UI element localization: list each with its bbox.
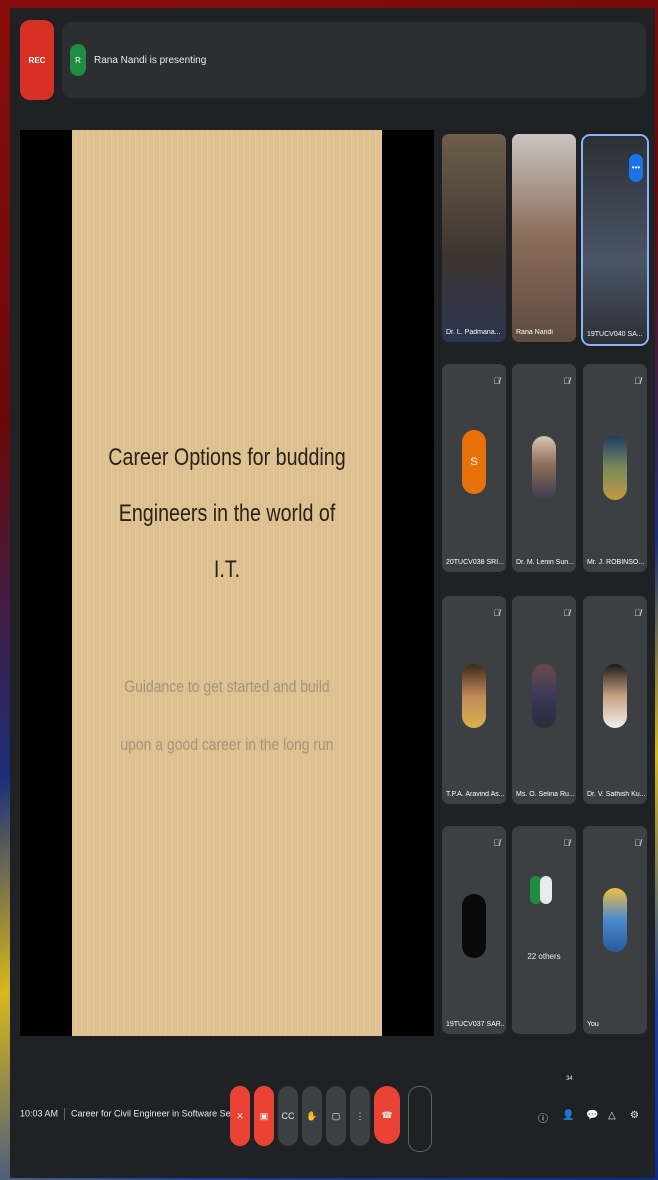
- participant-tile[interactable]: Dr. L. Padmana...: [442, 134, 506, 342]
- divider: [64, 1108, 66, 1120]
- raise-hand-icon[interactable]: ✋: [302, 1086, 322, 1146]
- info-icon[interactable]: ⓘ: [538, 1110, 548, 1125]
- slide-title-line1: Career Options for budding: [108, 444, 346, 471]
- participant-tile-self[interactable]: 🎙̸ You: [583, 826, 647, 1034]
- mic-off-icon: 🎙̸: [563, 608, 570, 618]
- avatar: [603, 888, 627, 952]
- participant-tile[interactable]: 🎙̸ T.P.A. Aravind As...: [442, 596, 506, 804]
- presenting-label: Rana Nandi is presenting: [94, 54, 207, 66]
- meet-window: REC R Rana Nandi is presenting Career Op…: [10, 8, 655, 1178]
- mic-off-icon: 🎙̸: [493, 376, 500, 386]
- slide-title: Career Options for budding Engineers in …: [108, 430, 346, 598]
- meeting-details: 10:03 AM Career for Civil Engineer in Sof…: [20, 1108, 246, 1120]
- chat-icon[interactable]: 💬: [586, 1110, 598, 1121]
- participant-name: You: [587, 1021, 599, 1028]
- people-count-badge: 34: [566, 1076, 573, 1082]
- clock-time: 10:03 AM: [20, 1108, 59, 1119]
- participant-tile[interactable]: ••• 19TUCV040 SA...: [581, 134, 649, 346]
- hidden-control-icon: [408, 1086, 432, 1152]
- participant-tile[interactable]: 🎙̸ 22 others: [512, 826, 576, 1034]
- mic-off-icon: 🎙̸: [634, 376, 641, 386]
- bottom-control-bar: 10:03 AM Career for Civil Engineer in Sof…: [10, 1048, 655, 1178]
- people-icon[interactable]: 👤: [562, 1110, 574, 1121]
- participant-tile[interactable]: 🎙̸ Dr. M. Lenin Sun...: [512, 364, 576, 572]
- participant-tile[interactable]: 🎙̸ S 20TUCV038 SRI...: [442, 364, 506, 572]
- avatar: S: [462, 430, 486, 494]
- participant-tile[interactable]: 🎙̸ Mr. J. ROBINSO...: [583, 364, 647, 572]
- captions-icon[interactable]: CC: [278, 1086, 298, 1146]
- mic-off-icon: 🎙̸: [493, 838, 500, 848]
- avatar: [603, 436, 627, 500]
- participant-name: T.P.A. Aravind As...: [446, 791, 504, 798]
- participant-name: Dr. V. Sathish Ku...: [587, 791, 645, 798]
- participant-name: 19TUCV037 SAR...: [446, 1021, 504, 1028]
- participant-name: Dr. L. Padmana...: [446, 329, 501, 336]
- mic-off-icon[interactable]: ✕: [230, 1086, 250, 1146]
- participant-name: 20TUCV038 SRI...: [446, 559, 504, 566]
- slide-subtitle: Guidance to get started and build upon a…: [108, 658, 346, 774]
- host-controls-icon[interactable]: ⚙: [630, 1110, 639, 1121]
- mic-off-icon: 🎙̸: [634, 838, 641, 848]
- participant-name: Rana Nandi: [516, 329, 553, 336]
- others-avatars: [530, 876, 552, 909]
- mic-off-icon: 🎙̸: [563, 376, 570, 386]
- slide-subtitle-line2: upon a good career in the long run: [120, 735, 334, 754]
- camera-off-icon[interactable]: ▣: [254, 1086, 274, 1146]
- meeting-title: Career for Civil Engineer in Software Se…: [71, 1108, 246, 1119]
- participant-name: Dr. M. Lenin Sun...: [516, 559, 574, 566]
- participant-name: Mr. J. ROBINSO...: [587, 559, 645, 566]
- participant-tile[interactable]: 🎙̸ 19TUCV037 SAR...: [442, 826, 506, 1034]
- avatar: [462, 894, 486, 958]
- participant-tile[interactable]: Rana Nandi: [512, 134, 576, 342]
- participant-tile[interactable]: 🎙̸ Dr. V. Sathish Ku...: [583, 596, 647, 804]
- participant-tile[interactable]: 🎙̸ Ms. O. Selina Ru...: [512, 596, 576, 804]
- presentation-stage: Career Options for budding Engineers in …: [20, 130, 434, 1036]
- more-options-icon[interactable]: ⋮: [350, 1086, 370, 1146]
- more-options-icon[interactable]: •••: [629, 154, 643, 182]
- participant-video: [442, 134, 506, 342]
- slide-subtitle-line1: Guidance to get started and build: [124, 677, 330, 696]
- avatar: [532, 664, 556, 728]
- end-call-icon[interactable]: ☎: [374, 1086, 400, 1144]
- avatar: [532, 436, 556, 500]
- recording-indicator[interactable]: REC: [20, 20, 54, 100]
- slide-title-line2: Engineers in the world of I.T.: [118, 500, 336, 583]
- mic-off-icon: 🎙̸: [493, 608, 500, 618]
- avatar: [540, 876, 552, 904]
- presenting-banner: R Rana Nandi is presenting: [62, 22, 646, 98]
- activities-icon[interactable]: △: [608, 1110, 616, 1121]
- present-icon[interactable]: ▢: [326, 1086, 346, 1146]
- mic-off-icon: 🎙̸: [563, 838, 570, 848]
- mic-off-icon: 🎙̸: [634, 608, 641, 618]
- participant-video: [512, 134, 576, 342]
- others-count: 22 others: [527, 952, 561, 961]
- presenter-avatar: R: [70, 44, 86, 76]
- participant-name: 19TUCV040 SA...: [587, 331, 643, 338]
- participant-name: Ms. O. Selina Ru...: [516, 791, 574, 798]
- slide: Career Options for budding Engineers in …: [72, 130, 382, 1036]
- avatar: [462, 664, 486, 728]
- avatar: [603, 664, 627, 728]
